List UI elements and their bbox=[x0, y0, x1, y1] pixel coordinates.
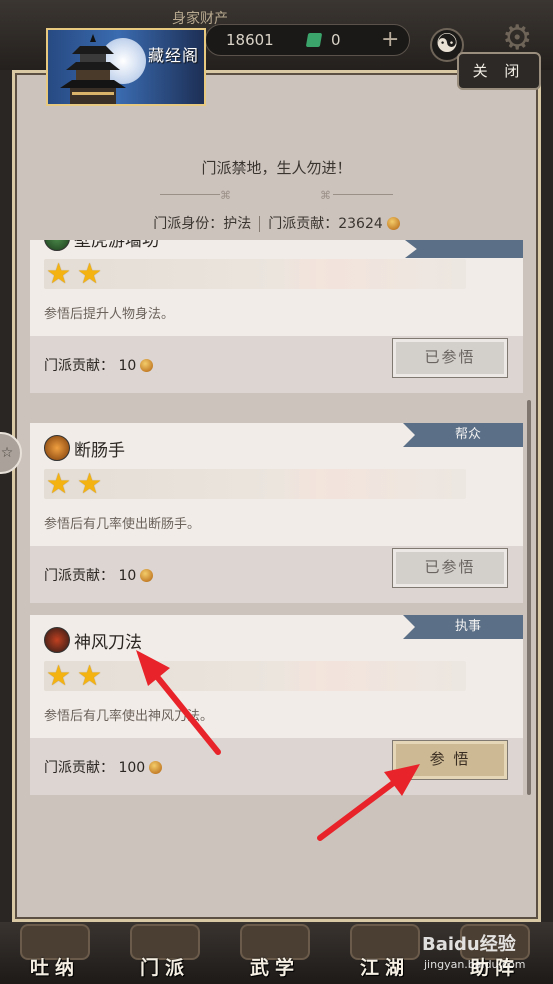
rank-tag bbox=[405, 240, 523, 258]
coin-icon bbox=[149, 761, 163, 774]
watermark-url: jingyan.baidu.com bbox=[424, 958, 526, 971]
contribution-label: 门派贡献：23624 bbox=[268, 216, 383, 232]
tab-label: 吐纳 bbox=[29, 957, 80, 979]
coin-icon bbox=[140, 569, 154, 582]
divider-ornament-right: ⌘ bbox=[320, 189, 331, 202]
watermark-brand: Baidu经验 bbox=[422, 934, 516, 955]
star-icon: ★ bbox=[46, 257, 72, 290]
status-separator bbox=[259, 216, 261, 232]
star-rating: ★ ★ bbox=[44, 259, 466, 289]
library-banner: 藏经阁 bbox=[46, 28, 206, 106]
skill-name: 断肠手 bbox=[74, 441, 125, 461]
cost-value: 10 bbox=[118, 358, 137, 374]
claw-skill-icon bbox=[44, 435, 70, 461]
identity-label: 门派身份：护法 bbox=[153, 216, 252, 232]
rank-tag: 执事 bbox=[403, 615, 523, 639]
sect-status: 门派身份：护法 门派贡献：23624 bbox=[12, 213, 541, 233]
tab-martial-arts[interactable]: 武学 bbox=[220, 922, 330, 984]
tab-sect[interactable]: 门派 bbox=[110, 922, 220, 984]
skill-card: 执事 神风刀法 ★ ★ 参悟后有几率使出神风刀法。 门派贡献： 100 参 悟 bbox=[30, 615, 523, 795]
modal-title: 藏经阁 bbox=[148, 46, 200, 65]
skill-description: 参悟后有几率使出神风刀法。 bbox=[44, 709, 214, 724]
coin-icon bbox=[140, 359, 154, 372]
comprehend-button[interactable]: 参 悟 bbox=[392, 740, 508, 780]
skill-card: 帮众 断肠手 ★ ★ 参悟后有几率使出断肠手。 门派贡献： 10 已参悟 bbox=[30, 423, 523, 603]
divider-right bbox=[333, 194, 393, 195]
motto-text: 门派禁地，生人勿进！ bbox=[201, 159, 352, 177]
blade-skill-icon bbox=[44, 627, 70, 653]
divider-ornament-left: ⌘ bbox=[220, 189, 231, 202]
cost-value: 100 bbox=[118, 760, 146, 776]
comprehended-button[interactable]: 已参悟 bbox=[392, 338, 508, 378]
star-rating: ★ ★ bbox=[44, 469, 466, 499]
cost-label: 门派贡献： bbox=[44, 358, 114, 374]
skill-cost: 门派贡献： 10 bbox=[44, 565, 154, 585]
pagoda-image bbox=[60, 34, 126, 104]
cost-label: 门派贡献： bbox=[44, 760, 114, 776]
cost-label: 门派贡献： bbox=[44, 568, 114, 584]
star-icon: ★ bbox=[77, 257, 103, 290]
star-icon: ★ bbox=[77, 659, 103, 692]
skill-card: 壁虎游墙功 ★ ★ 参悟后提升人物身法。 门派贡献： 10 已参悟 bbox=[30, 240, 523, 393]
skill-name: 壁虎游墙功 bbox=[74, 240, 159, 251]
gecko-skill-icon bbox=[44, 240, 70, 251]
skill-description: 参悟后提升人物身法。 bbox=[44, 307, 175, 322]
star-rating: ★ ★ bbox=[44, 661, 466, 691]
star-icon: ★ bbox=[46, 467, 72, 500]
skill-cost: 门派贡献： 10 bbox=[44, 355, 154, 375]
add-currency-icon[interactable]: + bbox=[381, 27, 399, 52]
tab-label: 门派 bbox=[139, 957, 190, 979]
skill-list[interactable]: 壁虎游墙功 ★ ★ 参悟后提升人物身法。 门派贡献： 10 已参悟 帮众 断肠手… bbox=[30, 240, 523, 800]
coin-icon bbox=[386, 217, 400, 230]
star-icon: ★ bbox=[46, 659, 72, 692]
divider-left bbox=[160, 194, 220, 195]
comprehended-button[interactable]: 已参悟 bbox=[392, 548, 508, 588]
tab-breathing[interactable]: 吐纳 bbox=[0, 922, 110, 984]
rank-tag: 帮众 bbox=[403, 423, 523, 447]
tab-label: 武学 bbox=[249, 957, 300, 979]
cost-value: 10 bbox=[118, 568, 137, 584]
close-button[interactable]: 关 闭 bbox=[457, 52, 541, 90]
skill-cost: 门派贡献： 100 bbox=[44, 757, 163, 777]
list-scrollbar[interactable] bbox=[527, 400, 531, 795]
star-icon: ★ bbox=[77, 467, 103, 500]
jade-amount: 0 bbox=[331, 31, 341, 49]
skill-description: 参悟后有几率使出断肠手。 bbox=[44, 517, 201, 532]
skill-name: 神风刀法 bbox=[74, 633, 142, 653]
silver-amount: 18601 bbox=[226, 31, 274, 49]
jade-icon bbox=[305, 33, 323, 47]
